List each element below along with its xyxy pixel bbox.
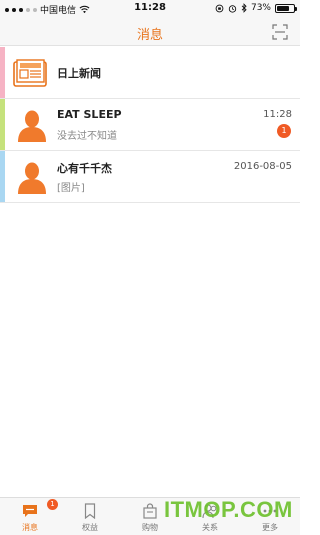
list-item-chat[interactable]: 心有千千杰 [图片] 2016-08-05 — [0, 151, 300, 203]
tab-label: 购物 — [142, 523, 158, 532]
chat-name: 心有千千杰 — [57, 162, 112, 175]
chat-time: 11:28 — [263, 109, 292, 120]
list-item-chat[interactable]: EAT SLEEP 没去过不知道 11:28 1 — [0, 99, 300, 151]
battery-fill — [277, 5, 289, 11]
scan-icon[interactable] — [272, 24, 288, 40]
tab-badge: 1 — [47, 499, 58, 510]
alarm-icon — [228, 4, 237, 13]
chat-name: EAT SLEEP — [57, 108, 122, 121]
tab-messages[interactable]: 1 消息 — [0, 498, 60, 535]
chat-bubble-icon — [23, 505, 37, 517]
row-stripe — [0, 151, 5, 202]
unread-badge: 1 — [277, 124, 291, 138]
battery-icon — [275, 3, 297, 13]
tab-label: 关系 — [202, 523, 218, 532]
message-list: 日上新闻 EAT SLEEP 没去过不知道 11:28 1 心有千千杰 [图片]… — [0, 47, 300, 203]
row-stripe — [0, 99, 5, 150]
tab-benefits[interactable]: 权益 — [60, 498, 120, 535]
battery-percent: 73% — [250, 3, 271, 13]
bluetooth-icon — [241, 3, 247, 13]
chat-time: 2016-08-05 — [233, 161, 292, 172]
page-title: 消息 — [136, 28, 163, 43]
tab-label: 更多 — [262, 523, 278, 532]
tab-label: 消息 — [22, 523, 38, 532]
chat-preview: 没去过不知道 — [57, 131, 117, 142]
avatar-icon — [18, 110, 46, 142]
list-item-news[interactable]: 日上新闻 — [0, 47, 300, 99]
row-stripe — [0, 47, 5, 98]
newspaper-icon — [13, 59, 47, 87]
status-bar: 中国电信 11:28 73% — [0, 0, 300, 18]
news-title: 日上新闻 — [57, 67, 101, 80]
orientation-lock-icon — [215, 4, 224, 12]
avatar-icon — [18, 162, 46, 194]
nav-bar: 消息 — [0, 18, 300, 46]
chat-preview: [图片] — [57, 183, 85, 194]
shopping-bag-icon — [143, 503, 157, 519]
watermark-text: ITMOP.COM — [164, 497, 293, 522]
bookmark-icon — [84, 503, 96, 519]
tab-label: 权益 — [82, 523, 98, 532]
status-right: 73% — [215, 3, 297, 13]
